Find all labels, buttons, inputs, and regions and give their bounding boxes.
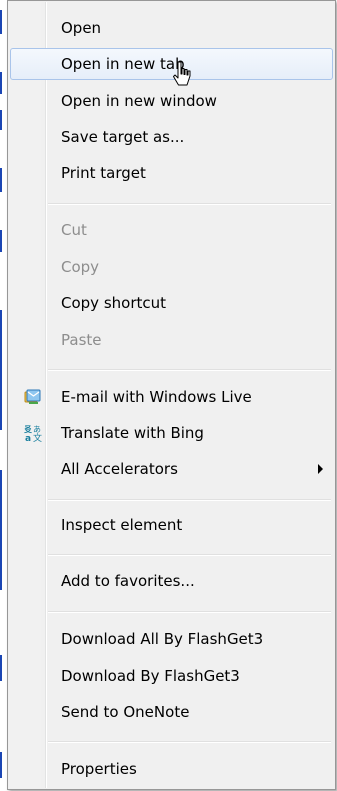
menu-item-print-target[interactable]: Print target [10,157,333,189]
submenu-arrow-icon [318,464,323,474]
background-link-fragment [0,110,7,130]
menu-item-add-to-favorites[interactable]: Add to favorites... [10,565,333,597]
menu-item-send-to-onenote[interactable]: Send to OneNote [10,696,333,728]
menu-item-paste: Paste [10,324,333,356]
menu-separator [48,203,331,205]
menu-item-label: Add to favorites... [61,572,195,590]
svg-text:㕛: 㕛 [24,425,32,434]
menu-item-label: Properties [61,760,137,778]
bing-translate-icon: 㕛 あ a 文 [24,424,42,444]
menu-item-label: Open [61,19,102,37]
background-link-fragment [0,655,7,681]
menu-item-open[interactable]: Open [10,12,333,44]
menu-separator [48,369,331,371]
menu-item-label: E-mail with Windows Live [61,388,252,406]
background-link-fragment [0,168,7,192]
background-link-fragment [0,72,7,94]
menu-separator [48,741,331,743]
menu-item-inspect-element[interactable]: Inspect element [10,509,333,541]
background-link-fragment [0,230,7,252]
menu-item-download-all-by-flashget3[interactable]: Download All By FlashGet3 [10,623,333,655]
menu-item-label: All Accelerators [61,460,178,478]
menu-item-label: Download By FlashGet3 [61,667,240,685]
menu-separator [48,499,331,501]
menu-item-copy-shortcut[interactable]: Copy shortcut [10,287,333,319]
menu-item-label: Copy [61,258,100,276]
menu-item-label: Copy shortcut [61,294,166,312]
menu-item-translate-with-bing[interactable]: 㕛 あ a 文 Translate with Bing [10,417,333,449]
menu-item-label: Inspect element [61,516,183,534]
background-link-fragment [0,310,7,430]
menu-item-label: Open in new tab [61,55,185,73]
svg-text:文: 文 [33,432,42,442]
background-link-fragment [0,470,7,590]
windows-live-mail-icon [24,388,42,406]
context-menu: Open Open in new tab Open in new window … [7,0,336,790]
menu-item-properties[interactable]: Properties [10,753,333,785]
menu-item-label: Download All By FlashGet3 [61,630,264,648]
menu-item-save-target-as[interactable]: Save target as... [10,121,333,153]
menu-item-label: Translate with Bing [61,424,204,442]
background-link-fragment [0,752,7,778]
menu-item-cut: Cut [10,214,333,246]
menu-item-label: Save target as... [61,128,185,146]
menu-item-download-by-flashget3[interactable]: Download By FlashGet3 [10,660,333,692]
menu-item-label: Cut [61,221,87,239]
menu-item-copy: Copy [10,251,333,283]
background-link-fragment [0,10,7,34]
menu-item-label: Print target [61,164,146,182]
menu-separator [48,611,331,613]
svg-text:あ: あ [33,425,41,434]
menu-item-label: Open in new window [61,92,217,110]
menu-item-all-accelerators[interactable]: All Accelerators [10,453,333,485]
menu-item-email-with-windows-live[interactable]: E-mail with Windows Live [10,381,333,413]
svg-text:a: a [25,434,31,442]
menu-item-label: Send to OneNote [61,703,190,721]
menu-separator [48,554,331,556]
mouse-pointer-icon [172,60,194,90]
menu-item-label: Paste [61,331,102,349]
